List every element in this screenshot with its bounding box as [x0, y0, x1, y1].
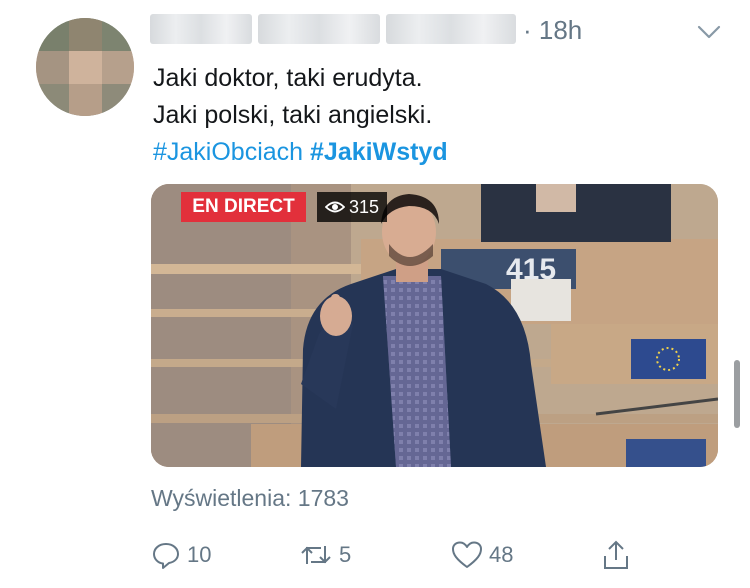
retweet-icon: [301, 546, 331, 564]
reply-count: 10: [187, 542, 212, 567]
video-thumbnail[interactable]: 415 EN DIRECT 315: [151, 184, 718, 467]
avatar[interactable]: [36, 18, 134, 116]
view-count-badge: 315: [317, 192, 388, 222]
scrollbar-thumb[interactable]: [734, 360, 740, 428]
display-name-redacted[interactable]: [258, 14, 380, 44]
share-icon: [604, 540, 628, 569]
display-name-redacted[interactable]: [150, 14, 252, 44]
retweet-count: 5: [339, 542, 352, 567]
hashtag-link[interactable]: #JakiWstyd: [310, 138, 448, 166]
like-button[interactable]: 48: [451, 535, 513, 575]
parliament-scene: 415: [151, 184, 718, 467]
share-button[interactable]: [601, 535, 631, 575]
tweet-text: Jaki doktor, taki erudyta. Jaki polski, …: [153, 60, 448, 171]
eye-icon: [325, 201, 345, 213]
like-count: 48: [489, 542, 514, 567]
chevron-down-icon[interactable]: [696, 24, 722, 40]
reply-icon: [153, 543, 179, 569]
like-icon: [452, 541, 482, 568]
retweet-button[interactable]: 5: [299, 535, 351, 575]
reply-button[interactable]: 10: [151, 535, 211, 575]
view-count: 315: [349, 197, 380, 217]
tweet-timestamp[interactable]: · 18h: [523, 15, 582, 46]
username-redacted[interactable]: [386, 14, 516, 44]
tweet-line: Jaki doktor, taki erudyta.: [153, 64, 423, 92]
tweet-actions: 10 5 48: [151, 535, 741, 575]
hashtag-link[interactable]: #JakiObciach: [153, 138, 303, 166]
view-count-text[interactable]: Wyświetlenia: 1783: [151, 485, 349, 512]
live-badge: EN DIRECT: [181, 192, 306, 222]
tweet-line: Jaki polski, taki angielski.: [153, 101, 433, 129]
